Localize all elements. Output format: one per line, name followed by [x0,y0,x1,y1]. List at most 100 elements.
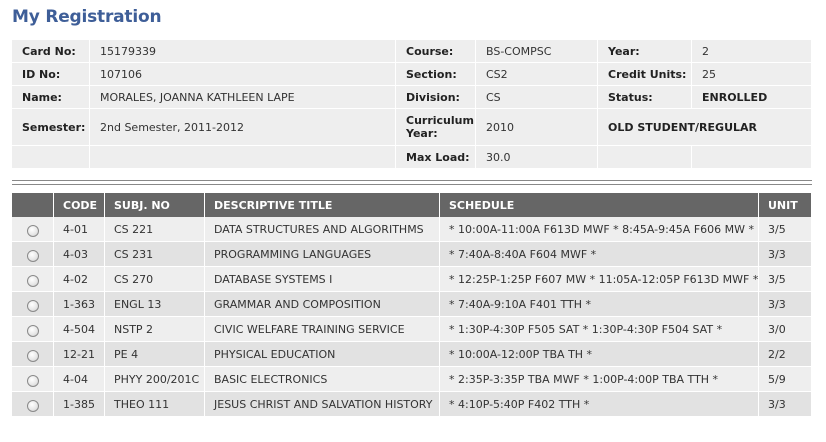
info-row: Name: MORALES, JOANNA KATHLEEN LAPE Divi… [12,86,812,109]
cell-descriptive-title: GRAMMAR AND COMPOSITION [205,292,440,317]
row-select-radio[interactable] [26,374,39,387]
course-label: Course: [396,40,476,63]
page-title: My Registration [12,7,162,27]
name-value: MORALES, JOANNA KATHLEEN LAPE [90,86,396,109]
column-header-descriptive-title: DESCRIPTIVE TITLE [205,193,440,217]
cell-schedule: * 12:25P-1:25P F607 MW * 11:05A-12:05P F… [440,267,759,292]
table-row: 4-04 PHYY 200/201C BASIC ELECTRONICS * 2… [12,367,812,392]
cell-descriptive-title: CIVIC WELFARE TRAINING SERVICE [205,317,440,342]
table-row: 4-504 NSTP 2 CIVIC WELFARE TRAINING SERV… [12,317,812,342]
cell-descriptive-title: DATA STRUCTURES AND ALGORITHMS [205,217,440,242]
select-column-header [12,193,54,217]
column-header-code: CODE [54,193,105,217]
row-select-radio[interactable] [26,274,39,287]
course-value: BS-COMPSC [476,40,598,63]
curriculum-year-value: 2010 [476,109,598,146]
year-label: Year: [598,40,692,63]
cell-subject-no: CS 270 [105,267,205,292]
cell-descriptive-title: JESUS CHRIST AND SALVATION HISTORY [205,392,440,417]
registration-info-table: Card No: 15179339 Course: BS-COMPSC Year… [12,40,812,169]
cell-code: 4-03 [54,242,105,267]
subjects-header-row: CODE SUBJ. NO DESCRIPTIVE TITLE SCHEDULE… [12,193,812,217]
cell-code: 12-21 [54,342,105,367]
cell-subject-no: PHYY 200/201C [105,367,205,392]
cell-unit: 2/2 [759,342,812,367]
cell-unit: 3/3 [759,242,812,267]
cell-schedule: * 1:30P-4:30P F505 SAT * 1:30P-4:30P F50… [440,317,759,342]
section-label: Section: [396,63,476,86]
cell-schedule: * 10:00A-12:00P TBA TH * [440,342,759,367]
cell-schedule: * 10:00A-11:00A F613D MWF * 8:45A-9:45A … [440,217,759,242]
row-select-radio[interactable] [26,349,39,362]
max-load-value: 30.0 [476,146,598,169]
column-header-schedule: SCHEDULE [440,193,759,217]
info-row: ID No: 107106 Section: CS2 Credit Units:… [12,63,812,86]
cell-unit: 3/5 [759,217,812,242]
cell-code: 4-504 [54,317,105,342]
row-select-radio[interactable] [26,324,39,337]
student-type-value: OLD STUDENT/REGULAR [598,109,812,146]
cell-subject-no: PE 4 [105,342,205,367]
cell-code: 1-363 [54,292,105,317]
card-no-value: 15179339 [90,40,396,63]
row-select-radio[interactable] [26,224,39,237]
subjects-table: CODE SUBJ. NO DESCRIPTIVE TITLE SCHEDULE… [12,193,812,417]
semester-value: 2nd Semester, 2011-2012 [90,109,396,146]
card-no-label: Card No: [12,40,90,63]
id-no-label: ID No: [12,63,90,86]
status-value: ENROLLED [692,86,812,109]
credit-units-label: Credit Units: [598,63,692,86]
status-label: Status: [598,86,692,109]
id-no-value: 107106 [90,63,396,86]
section-value: CS2 [476,63,598,86]
row-select-cell [12,317,54,342]
semester-label: Semester: [12,109,90,146]
table-row: 12-21 PE 4 PHYSICAL EDUCATION * 10:00A-1… [12,342,812,367]
cell-unit: 3/0 [759,317,812,342]
info-row: Card No: 15179339 Course: BS-COMPSC Year… [12,40,812,63]
row-select-cell [12,217,54,242]
cell-schedule: * 2:35P-3:35P TBA MWF * 1:00P-4:00P TBA … [440,367,759,392]
cell-subject-no: NSTP 2 [105,317,205,342]
table-row: 1-385 THEO 111 JESUS CHRIST AND SALVATIO… [12,392,812,417]
cell-schedule: * 4:10P-5:40P F402 TTH * [440,392,759,417]
curriculum-year-label: Curriculum Year: [396,109,476,146]
cell-schedule: * 7:40A-9:10A F401 TTH * [440,292,759,317]
name-label: Name: [12,86,90,109]
cell-subject-no: CS 231 [105,242,205,267]
max-load-label: Max Load: [396,146,476,169]
info-row: Semester: 2nd Semester, 2011-2012 Curric… [12,109,812,146]
table-row: 1-363 ENGL 13 GRAMMAR AND COMPOSITION * … [12,292,812,317]
credit-units-value: 25 [692,63,812,86]
row-select-cell [12,292,54,317]
cell-code: 4-04 [54,367,105,392]
empty-cell [692,146,812,169]
division-value: CS [476,86,598,109]
table-row: 4-02 CS 270 DATABASE SYSTEMS I * 12:25P-… [12,267,812,292]
cell-subject-no: ENGL 13 [105,292,205,317]
empty-cell [12,146,90,169]
cell-descriptive-title: DATABASE SYSTEMS I [205,267,440,292]
cell-unit: 3/5 [759,267,812,292]
cell-code: 1-385 [54,392,105,417]
row-select-radio[interactable] [26,399,39,412]
table-row: 4-03 CS 231 PROGRAMMING LANGUAGES * 7:40… [12,242,812,267]
cell-schedule: * 7:40A-8:40A F604 MWF * [440,242,759,267]
year-value: 2 [692,40,812,63]
row-select-cell [12,267,54,292]
row-select-radio[interactable] [26,299,39,312]
cell-unit: 3/3 [759,392,812,417]
cell-subject-no: THEO 111 [105,392,205,417]
cell-unit: 5/9 [759,367,812,392]
cell-descriptive-title: PHYSICAL EDUCATION [205,342,440,367]
division-label: Division: [396,86,476,109]
row-select-radio[interactable] [26,249,39,262]
cell-descriptive-title: BASIC ELECTRONICS [205,367,440,392]
cell-unit: 3/3 [759,292,812,317]
row-select-cell [12,367,54,392]
cell-descriptive-title: PROGRAMMING LANGUAGES [205,242,440,267]
empty-cell [90,146,396,169]
empty-cell [598,146,692,169]
column-header-unit: UNIT [759,193,812,217]
info-row: Max Load: 30.0 [12,146,812,169]
